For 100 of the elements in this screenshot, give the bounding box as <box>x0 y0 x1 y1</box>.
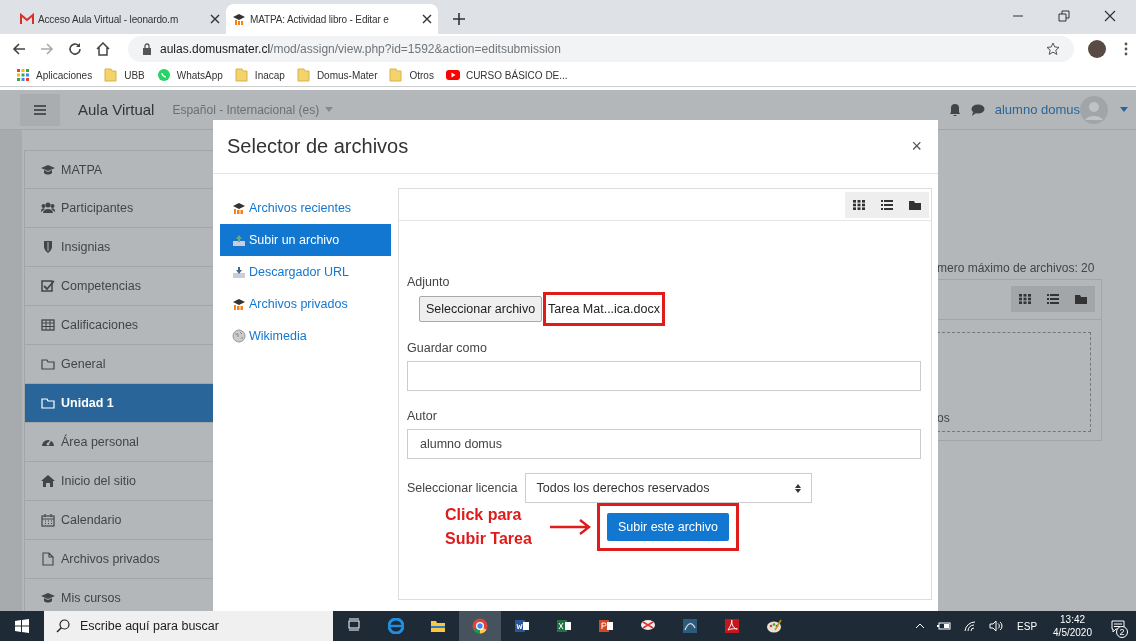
table-icon <box>41 318 55 332</box>
bookmark[interactable]: Aplicaciones <box>16 68 93 82</box>
mail-icon <box>20 12 34 26</box>
arrow-icon <box>549 519 591 535</box>
clock-time[interactable]: 13:42 <box>1060 613 1086 626</box>
browser-tab[interactable]: MATPA: Actividad libro - Editar e <box>226 4 438 34</box>
wifi-icon[interactable] <box>963 620 978 632</box>
notification-button[interactable]: 2 <box>1100 611 1136 641</box>
clock-date[interactable]: 4/5/2020 <box>1053 626 1092 639</box>
annotation-text: Click para Subir Tarea <box>445 505 533 549</box>
more-icon[interactable] <box>1124 42 1128 56</box>
file-source-item[interactable]: Subir un archivo <box>220 224 391 256</box>
pdf-icon <box>724 618 740 634</box>
dialog-title: Selector de archivos <box>227 135 409 158</box>
bookmark[interactable]: Inacap <box>234 68 285 82</box>
chat-bubble-icon[interactable] <box>970 103 985 116</box>
author-field[interactable]: alumno domus <box>407 429 921 459</box>
drawer-item[interactable]: Unidad 1 <box>24 384 215 423</box>
new-tab-icon[interactable] <box>452 12 466 26</box>
folder-icon <box>234 68 249 82</box>
caret-down-icon <box>325 107 334 112</box>
lock-icon <box>142 43 152 55</box>
close-button[interactable]: × <box>909 136 924 157</box>
download-tray-icon <box>232 265 246 279</box>
site-name[interactable]: Aula Virtual <box>78 101 155 118</box>
bookmark[interactable]: Domus-Mater <box>296 68 378 82</box>
close-icon[interactable] <box>1104 10 1116 22</box>
bookmark[interactable]: WhatsApp <box>156 68 223 82</box>
upload-tray-icon <box>232 233 246 247</box>
address-field[interactable]: aulas.domusmater.cl/mod/assign/view.php?id=1592&action=editsubmission <box>128 36 1074 62</box>
browser-logo-icon <box>472 618 488 634</box>
upload-button[interactable]: Subir este archivo <box>607 513 730 541</box>
bell-icon[interactable] <box>948 103 961 116</box>
paint-palette-icon <box>766 618 782 634</box>
file-source-item[interactable]: Archivos privados <box>220 288 391 320</box>
file-name: Tarea Mat...ica.docx <box>546 295 662 323</box>
folder-icon <box>296 68 311 82</box>
choose-file-button[interactable]: Seleccionar archivo <box>419 296 543 322</box>
field-label: Guardar como <box>407 341 488 355</box>
document-icon <box>41 552 55 566</box>
save-as-field[interactable] <box>407 361 921 391</box>
user-name[interactable]: alumno domus <box>994 102 1080 117</box>
bookmark[interactable]: UBB <box>104 68 145 82</box>
close-icon[interactable] <box>210 14 220 24</box>
close-icon[interactable] <box>422 14 432 24</box>
folder-icon <box>41 396 55 410</box>
graduation-cap-icon <box>41 162 55 177</box>
folder-icon <box>430 618 446 634</box>
graduation-cap-icon <box>41 591 55 605</box>
drop-zone-text: os <box>937 411 950 425</box>
document-w-icon <box>514 618 530 634</box>
search-field[interactable]: Escribe aquí para buscar <box>44 611 333 641</box>
speech-bubble-icon <box>1111 619 1125 633</box>
apps-grid-icon <box>16 68 30 82</box>
chevron-up-icon[interactable] <box>915 623 926 629</box>
search-icon <box>56 619 70 633</box>
max-files-text: mero máximo de archivos: 20 <box>937 261 1096 275</box>
menu-button[interactable] <box>20 93 60 126</box>
battery-icon[interactable] <box>937 621 952 631</box>
task-view-icon <box>346 618 362 634</box>
caret-down-icon[interactable] <box>1120 107 1128 112</box>
people-icon <box>41 201 55 215</box>
windows-logo-icon <box>15 619 29 633</box>
bookmark[interactable]: Otros <box>389 68 434 82</box>
graduation-cap-icon <box>232 12 246 26</box>
home-icon[interactable] <box>96 42 110 56</box>
field-label: Autor <box>407 409 438 423</box>
checkbox-icon <box>41 279 55 293</box>
folder-icon <box>104 68 119 82</box>
bookmark[interactable]: CURSO BÁSICO DE... <box>445 68 568 82</box>
avatar[interactable] <box>1088 40 1106 58</box>
browser-tab[interactable]: Acceso Aula Virtual - leonardo.m <box>14 4 226 34</box>
play-button-icon <box>445 68 460 82</box>
globe-icon <box>232 329 246 343</box>
language-indicator[interactable]: ESP <box>1017 620 1038 632</box>
shield-icon <box>41 240 55 254</box>
sort-arrows-icon <box>795 483 802 493</box>
slides-icon <box>598 618 614 634</box>
file-source-item[interactable]: Archivos recientes <box>220 192 391 224</box>
spreadsheet-icon <box>556 618 572 634</box>
file-source-item[interactable]: Wikimedia <box>220 320 391 352</box>
drawer-item[interactable]: MATPA <box>24 150 215 189</box>
folder-icon <box>41 357 55 371</box>
calendar-icon <box>41 513 55 527</box>
chat-bubble-icon <box>156 68 171 82</box>
graduation-cap-icon <box>232 297 246 311</box>
home-icon <box>41 474 55 488</box>
reload-icon[interactable] <box>68 42 82 56</box>
speaker-icon[interactable] <box>989 620 1004 632</box>
menu-icon <box>34 104 46 115</box>
field-label: Adjunto <box>407 275 451 289</box>
graduation-cap-icon <box>232 201 246 215</box>
star-icon[interactable] <box>1046 42 1060 56</box>
folder-icon <box>389 68 404 82</box>
restore-icon[interactable] <box>1058 10 1070 22</box>
file-source-item[interactable]: Descargador URL <box>220 256 391 288</box>
url-text: aulas.domusmater.cl/mod/assign/view.php?id=1592&action=editsubmission <box>160 42 561 56</box>
back-arrow-icon[interactable] <box>12 42 26 56</box>
license-select[interactable]: Todos los derechos reservados <box>525 473 813 503</box>
field-label: Seleccionar licencia <box>407 481 518 495</box>
